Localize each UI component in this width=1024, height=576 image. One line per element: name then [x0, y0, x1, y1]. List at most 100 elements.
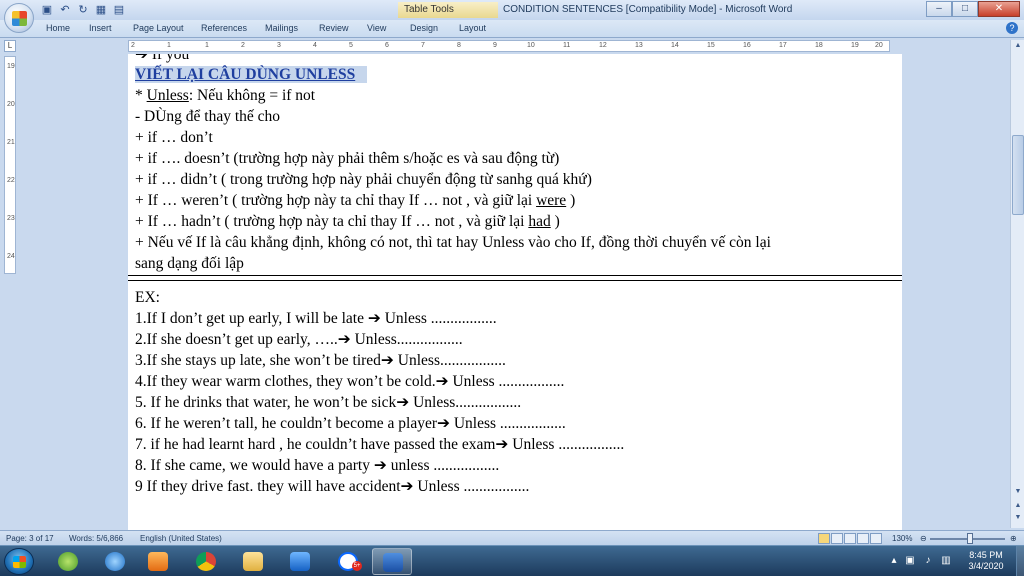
- doc-line: + If … weren’t ( trường hợp này ta chỉ t…: [135, 192, 576, 209]
- title-bar: ▣ ↶ ↻ ▦ ▤ Table Tools CONDITION SENTENCE…: [0, 0, 1024, 20]
- undo-icon[interactable]: ↶: [58, 3, 72, 17]
- office-button[interactable]: [4, 3, 34, 33]
- next-page-icon[interactable]: ▼: [1012, 514, 1024, 526]
- minimize-button[interactable]: –: [926, 1, 952, 17]
- notification-badge: 5+: [352, 561, 362, 571]
- ruler-tick: 2: [241, 42, 245, 49]
- vertical-ruler[interactable]: 19 20 21 22 23 24: [4, 56, 16, 274]
- zalo-icon[interactable]: 5+: [328, 548, 368, 575]
- ruler-tick: 11: [563, 42, 571, 49]
- help-icon[interactable]: ?: [1006, 22, 1018, 34]
- ruler-tick: 8: [457, 42, 461, 49]
- clock[interactable]: 8:45 PM 3/4/2020: [960, 550, 1012, 572]
- doc-line: + Nếu vế If là câu khẳng định, không có …: [135, 234, 771, 251]
- scroll-down-icon[interactable]: ▼: [1012, 488, 1024, 500]
- example-item: 5. If he drinks that water, he won’t be …: [135, 394, 522, 411]
- doc-line: + if … don’t: [135, 129, 213, 146]
- tab-selector[interactable]: L: [4, 40, 16, 52]
- tab-layout[interactable]: Layout: [459, 23, 486, 33]
- quick-access-toolbar: ▣ ↶ ↻ ▦ ▤: [40, 3, 126, 17]
- ruler-tick: 7: [421, 42, 425, 49]
- draft-icon[interactable]: [870, 533, 882, 544]
- ruler-tick: 20: [7, 101, 15, 108]
- ruler-tick: 14: [671, 42, 679, 49]
- ruler-tick: 1: [167, 42, 171, 49]
- ruler-tick: 17: [779, 42, 787, 49]
- doc-line: + if … didn’t ( trong trường hợp này phả…: [135, 171, 592, 188]
- scroll-thumb[interactable]: [1012, 135, 1024, 215]
- ruler-tick: 2: [131, 42, 135, 49]
- coccoc-icon[interactable]: [48, 548, 88, 575]
- office-logo-icon: [12, 11, 27, 26]
- example-item: 6. If he weren’t tall, he couldn’t becom…: [135, 415, 566, 432]
- show-hidden-icons-icon[interactable]: ▴: [888, 555, 900, 567]
- ribbon-tabs: Home Insert Page Layout References Maili…: [0, 20, 1024, 38]
- tab-references[interactable]: References: [201, 23, 247, 33]
- page-count[interactable]: Page: 3 of 17: [6, 534, 54, 543]
- language-indicator[interactable]: English (United States): [140, 534, 222, 543]
- print-layout-icon[interactable]: [818, 533, 830, 544]
- redo-icon[interactable]: ↻: [76, 3, 90, 17]
- ruler-tick: 5: [349, 42, 353, 49]
- tab-page-layout[interactable]: Page Layout: [133, 23, 184, 33]
- ruler-tick: 22: [7, 177, 15, 184]
- ruler-tick: 16: [743, 42, 751, 49]
- zoom-level[interactable]: 130%: [892, 534, 912, 543]
- zoom-out-icon[interactable]: ⊖: [920, 534, 927, 543]
- word-count[interactable]: Words: 5/6,866: [69, 534, 123, 543]
- example-item: 9 If they drive fast. they will have acc…: [135, 478, 530, 495]
- full-screen-icon[interactable]: [831, 533, 843, 544]
- start-button[interactable]: [4, 548, 34, 575]
- horizontal-ruler[interactable]: 2 1 1 2 3 4 5 6 7 8 9 10 11 12 13 14 15 …: [128, 40, 890, 52]
- show-desktop-button[interactable]: [1016, 546, 1024, 576]
- table-icon[interactable]: ▦: [94, 3, 108, 17]
- doc-line: - DÙng để thay thế cho: [135, 108, 281, 125]
- ruler-tick: 13: [635, 42, 643, 49]
- web-layout-icon[interactable]: [844, 533, 856, 544]
- media-icon[interactable]: [138, 548, 178, 575]
- table-border: [128, 275, 902, 281]
- volume-icon[interactable]: ♪: [922, 555, 934, 567]
- doc-line: ➔ If you: [135, 54, 190, 63]
- word-icon[interactable]: [372, 548, 412, 575]
- tab-design[interactable]: Design: [410, 23, 438, 33]
- ruler-tick: 12: [599, 42, 607, 49]
- tab-home[interactable]: Home: [46, 23, 70, 33]
- example-item: 8. If she came, we would have a party ➔ …: [135, 457, 500, 474]
- doc-line: * Unless: Nếu không = if not: [135, 87, 316, 104]
- tab-insert[interactable]: Insert: [89, 23, 112, 33]
- keyboard-icon[interactable]: ▣: [904, 555, 916, 567]
- zoom-in-icon[interactable]: ⊕: [1010, 534, 1017, 543]
- example-item: 3.If she stays up late, she won’t be tir…: [135, 352, 506, 369]
- open-icon[interactable]: ▤: [112, 3, 126, 17]
- ie-icon[interactable]: [95, 548, 135, 575]
- teamviewer-icon[interactable]: [280, 548, 320, 575]
- vertical-scrollbar[interactable]: ▲ ▼ ▲ ▼: [1010, 40, 1024, 528]
- outline-icon[interactable]: [857, 533, 869, 544]
- tab-view[interactable]: View: [367, 23, 386, 33]
- save-icon[interactable]: ▣: [40, 3, 54, 17]
- ruler-tick: 18: [815, 42, 823, 49]
- ruler-tick: 20: [875, 42, 883, 49]
- example-item: 7. if he had learnt hard , he couldn’t h…: [135, 436, 625, 453]
- scroll-up-icon[interactable]: ▲: [1012, 42, 1024, 54]
- windows-logo-icon: [13, 556, 26, 568]
- example-item: 2.If she doesn’t get up early, …..➔ Unle…: [135, 331, 463, 348]
- example-label: EX:: [135, 289, 160, 306]
- doc-line: + if …. doesn’t (trường hợp này phải thê…: [135, 150, 560, 167]
- doc-line: + If … hadn’t ( trường hợp này ta chỉ th…: [135, 213, 560, 230]
- tab-mailings[interactable]: Mailings: [265, 23, 298, 33]
- ruler-tick: 24: [7, 253, 15, 260]
- explorer-icon[interactable]: [233, 548, 273, 575]
- document-page[interactable]: ➔ If you VIẾT LẠI CÂU DÙNG UNLESS * Unle…: [128, 54, 902, 530]
- zoom-knob[interactable]: [967, 533, 973, 544]
- close-button[interactable]: ✕: [978, 1, 1020, 17]
- window-title: CONDITION SENTENCES [Compatibility Mode]…: [503, 4, 793, 15]
- prev-page-icon[interactable]: ▲: [1012, 502, 1024, 514]
- ruler-tick: 10: [527, 42, 535, 49]
- chrome-icon[interactable]: [186, 548, 226, 575]
- maximize-button[interactable]: □: [952, 1, 978, 17]
- ruler-tick: 1: [205, 42, 209, 49]
- tab-review[interactable]: Review: [319, 23, 349, 33]
- network-icon[interactable]: ▥: [940, 555, 952, 567]
